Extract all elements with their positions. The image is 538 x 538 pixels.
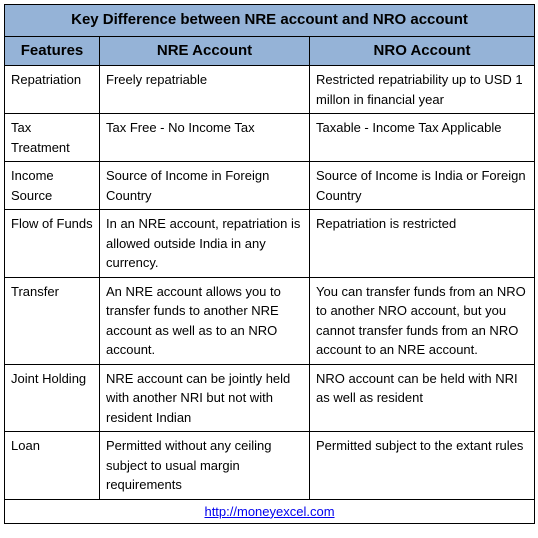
table-row: Repatriation Freely repatriable Restrict…: [5, 66, 535, 114]
table-row: Income Source Source of Income in Foreig…: [5, 162, 535, 210]
header-nro: NRO Account: [310, 36, 535, 66]
footer-cell: http://moneyexcel.com: [5, 499, 535, 524]
title-row: Key Difference between NRE account and N…: [5, 5, 535, 37]
table-row: Loan Permitted without any ceiling subje…: [5, 432, 535, 500]
cell-nre: Freely repatriable: [100, 66, 310, 114]
comparison-table: Key Difference between NRE account and N…: [4, 4, 535, 524]
cell-feature: Joint Holding: [5, 364, 100, 432]
table-row: Tax Treatment Tax Free - No Income Tax T…: [5, 114, 535, 162]
table-row: Flow of Funds In an NRE account, repatri…: [5, 210, 535, 278]
header-nre: NRE Account: [100, 36, 310, 66]
cell-nre: NRE account can be jointly held with ano…: [100, 364, 310, 432]
footer-row: http://moneyexcel.com: [5, 499, 535, 524]
cell-feature: Tax Treatment: [5, 114, 100, 162]
cell-nro: Restricted repatriability up to USD 1 mi…: [310, 66, 535, 114]
header-row: Features NRE Account NRO Account: [5, 36, 535, 66]
cell-nre: Tax Free - No Income Tax: [100, 114, 310, 162]
cell-nre: In an NRE account, repatriation is allow…: [100, 210, 310, 278]
cell-nre: Permitted without any ceiling subject to…: [100, 432, 310, 500]
cell-nro: Source of Income is India or Foreign Cou…: [310, 162, 535, 210]
cell-nro: Repatriation is restricted: [310, 210, 535, 278]
header-features: Features: [5, 36, 100, 66]
cell-nro: Permitted subject to the extant rules: [310, 432, 535, 500]
cell-feature: Loan: [5, 432, 100, 500]
cell-nro: Taxable - Income Tax Applicable: [310, 114, 535, 162]
cell-feature: Repatriation: [5, 66, 100, 114]
cell-feature: Income Source: [5, 162, 100, 210]
cell-nro: You can transfer funds from an NRO to an…: [310, 277, 535, 364]
table-row: Transfer An NRE account allows you to tr…: [5, 277, 535, 364]
source-link[interactable]: http://moneyexcel.com: [204, 504, 334, 519]
cell-feature: Transfer: [5, 277, 100, 364]
cell-nre: Source of Income in Foreign Country: [100, 162, 310, 210]
cell-nro: NRO account can be held with NRI as well…: [310, 364, 535, 432]
table-title: Key Difference between NRE account and N…: [5, 5, 535, 37]
cell-nre: An NRE account allows you to transfer fu…: [100, 277, 310, 364]
table-row: Joint Holding NRE account can be jointly…: [5, 364, 535, 432]
cell-feature: Flow of Funds: [5, 210, 100, 278]
